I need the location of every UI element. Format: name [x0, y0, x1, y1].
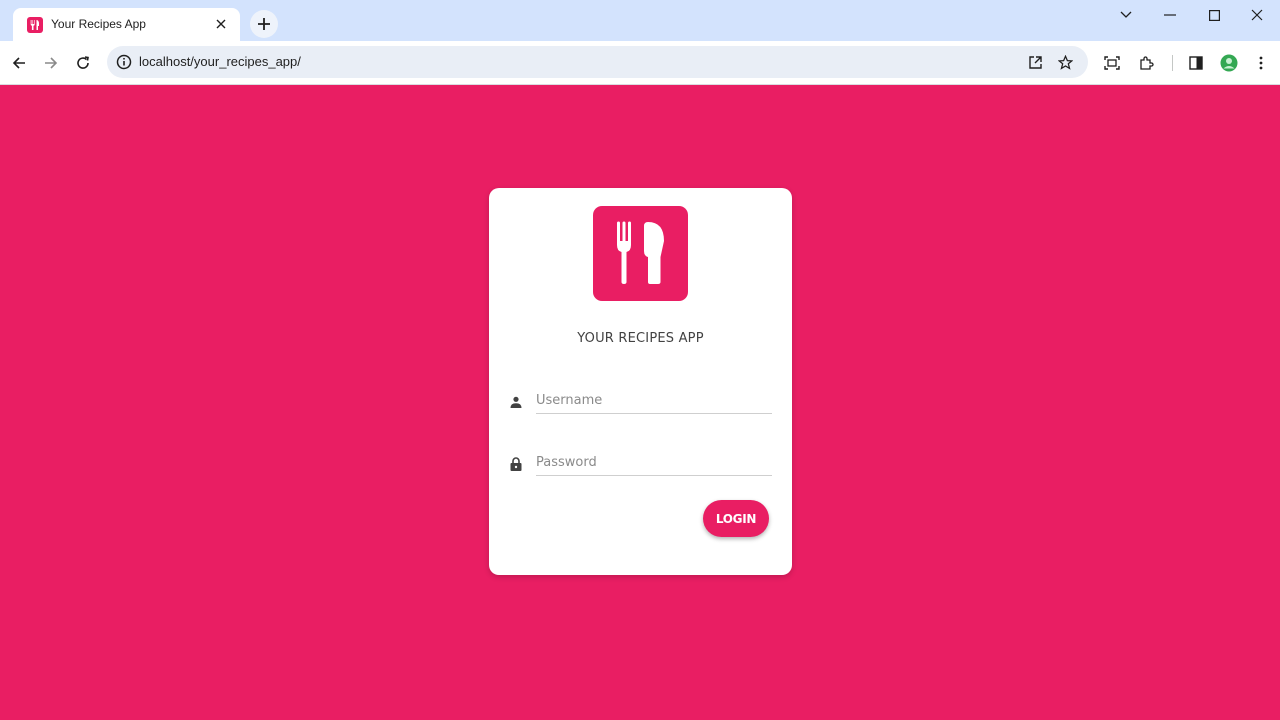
password-input[interactable] [536, 443, 772, 476]
tab-search-icon[interactable] [1112, 4, 1140, 26]
tab-title: Your Recipes App [51, 17, 146, 31]
site-info-icon[interactable] [114, 52, 134, 72]
fork-knife-favicon-icon [27, 17, 43, 33]
minimize-icon[interactable] [1156, 4, 1184, 26]
browser-toolbar: localhost/your_recipes_app/ [0, 41, 1280, 85]
login-button[interactable]: LOGIN [703, 500, 769, 537]
browser-tab[interactable]: Your Recipes App [13, 8, 240, 41]
back-arrow-icon[interactable] [5, 49, 33, 77]
plus-icon [258, 18, 270, 30]
menu-kebab-icon[interactable] [1247, 49, 1275, 77]
forward-arrow-icon[interactable] [37, 49, 65, 77]
bookmark-star-icon[interactable] [1053, 50, 1077, 74]
app-title: YOUR RECIPES APP [577, 331, 704, 346]
toolbar-separator [1172, 55, 1173, 71]
url-text[interactable]: localhost/your_recipes_app/ [139, 54, 301, 69]
login-card: YOUR RECIPES APP LOGIN [489, 188, 792, 575]
fork-knife-icon [593, 206, 688, 301]
username-input[interactable] [536, 381, 772, 414]
profile-avatar-icon[interactable] [1215, 49, 1243, 77]
tab-close-icon[interactable] [212, 15, 230, 33]
address-bar[interactable]: localhost/your_recipes_app/ [107, 46, 1088, 78]
password-field [509, 443, 772, 483]
extensions-puzzle-icon[interactable] [1133, 49, 1161, 77]
side-panel-icon[interactable] [1182, 49, 1210, 77]
close-window-icon[interactable] [1243, 4, 1271, 26]
maximize-icon[interactable] [1200, 4, 1228, 26]
new-tab-button[interactable] [250, 10, 278, 38]
lock-icon [509, 457, 523, 471]
reload-icon[interactable] [69, 49, 97, 77]
share-icon[interactable] [1023, 50, 1047, 74]
username-field [509, 381, 772, 421]
screen-capture-icon[interactable] [1098, 49, 1126, 77]
person-icon [509, 395, 523, 409]
browser-tabstrip: Your Recipes App [0, 0, 1280, 41]
